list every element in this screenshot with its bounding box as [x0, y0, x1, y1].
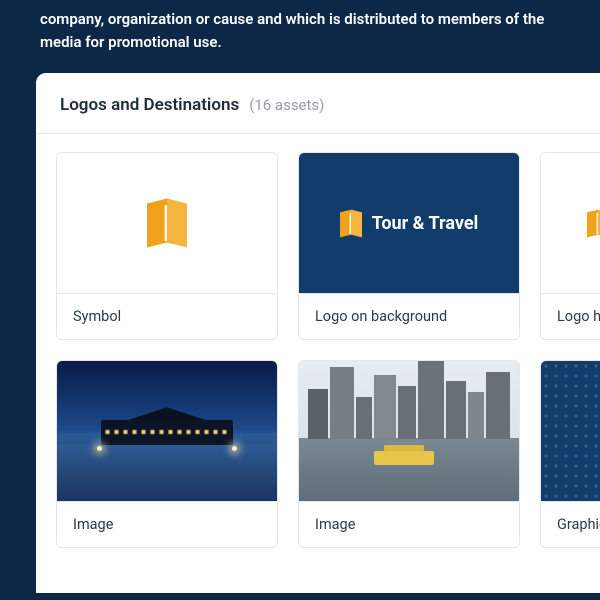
asset-thumbnail: Tour & Travel [299, 153, 519, 293]
asset-card-logo-horizontal[interactable]: Logo hor [540, 152, 600, 340]
asset-card-symbol[interactable]: Symbol [56, 152, 278, 340]
asset-caption: Symbol [57, 293, 277, 339]
map-fold-icon [147, 201, 187, 245]
section-title: Logos and Destinations [60, 95, 239, 115]
asset-row: Image Image Graphic [56, 360, 600, 548]
photo-city-skyline [299, 361, 519, 501]
map-fold-icon [340, 211, 362, 236]
brand-logotype: Tour & Travel [372, 213, 479, 234]
asset-caption: Image [57, 501, 277, 547]
asset-thumbnail [299, 361, 519, 501]
asset-card-graphic[interactable]: Graphic [540, 360, 600, 548]
asset-card-image-city[interactable]: Image [298, 360, 520, 548]
asset-card-image-resort[interactable]: Image [56, 360, 278, 548]
photo-resort [57, 361, 277, 501]
map-fold-icon [587, 211, 600, 236]
asset-thumbnail [57, 361, 277, 501]
asset-card-logo-bg[interactable]: Tour & Travel Logo on background [298, 152, 520, 340]
asset-grid: Symbol Tour & Travel Logo on background [36, 134, 600, 566]
asset-thumbnail [541, 153, 600, 293]
section-count: (16 assets) [249, 96, 324, 114]
brand-lockup: Tour & Travel [340, 211, 479, 236]
asset-caption: Logo hor [541, 293, 600, 339]
asset-caption: Logo on background [299, 293, 519, 339]
asset-thumbnail [57, 153, 277, 293]
intro-text: company, organization or cause and which… [0, 0, 600, 73]
asset-thumbnail [541, 361, 600, 501]
asset-caption: Graphic [541, 501, 600, 547]
asset-row: Symbol Tour & Travel Logo on background [56, 152, 600, 340]
brand-lockup [587, 211, 600, 236]
assets-panel: Logos and Destinations (16 assets) Symbo… [36, 73, 600, 593]
asset-caption: Image [299, 501, 519, 547]
panel-header: Logos and Destinations (16 assets) [36, 73, 600, 134]
